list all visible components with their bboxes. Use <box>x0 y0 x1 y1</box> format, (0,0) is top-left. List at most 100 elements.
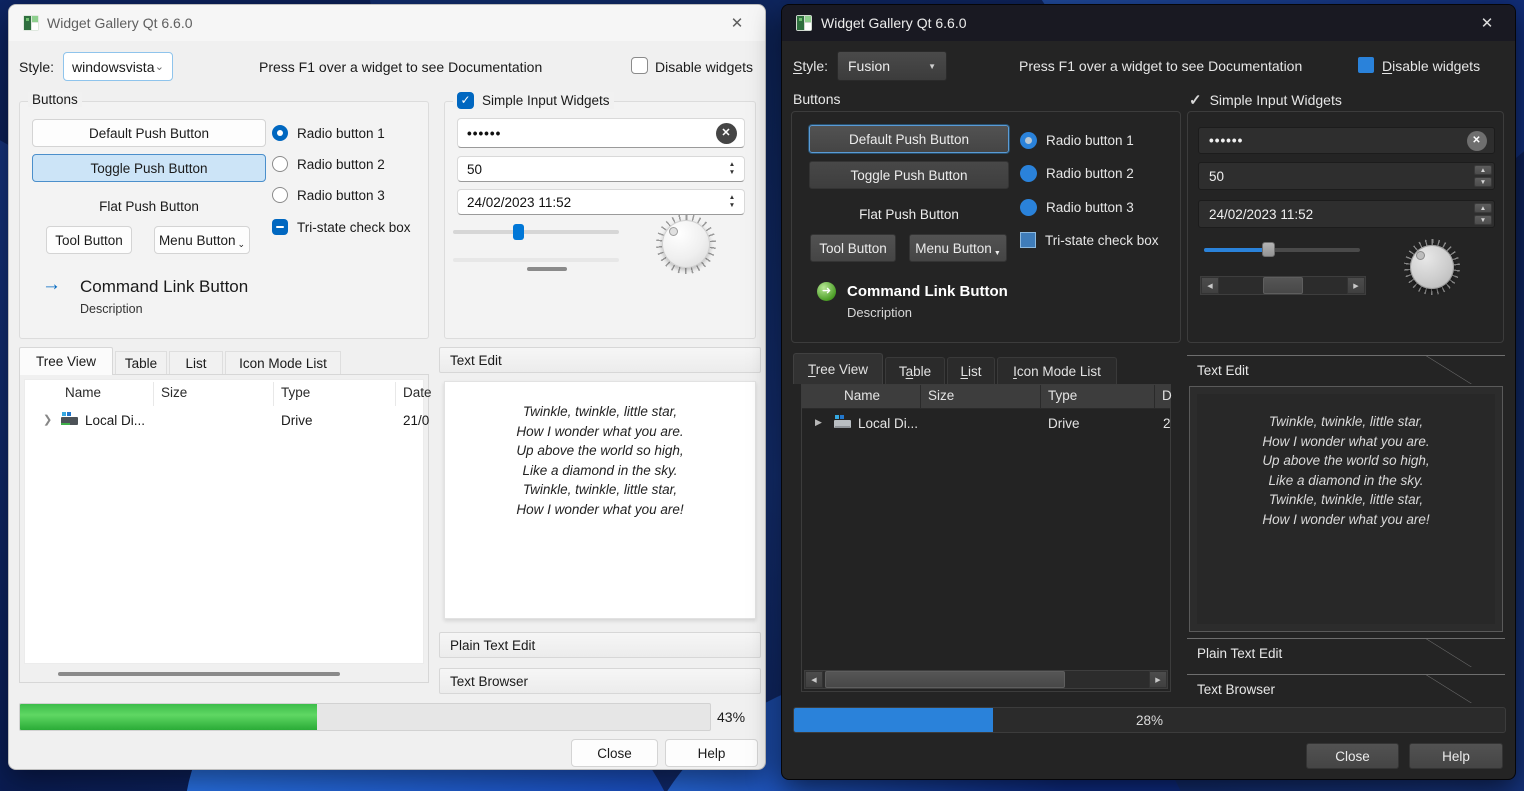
disable-widgets-checkbox[interactable] <box>1358 57 1374 73</box>
spinbox[interactable]: 50 ▲▼ <box>457 156 745 182</box>
tree-row-date[interactable]: 2 <box>1163 416 1171 431</box>
tree-col-name[interactable]: Name <box>65 385 101 400</box>
flat-push-button[interactable]: Flat Push Button <box>809 202 1009 226</box>
tree-row-name[interactable]: Local Di... <box>85 413 145 428</box>
radio-button-3[interactable]: Radio button 3 <box>272 187 385 203</box>
tree-row-type[interactable]: Drive <box>281 413 313 428</box>
spin-arrows[interactable]: ▲▼ <box>1474 165 1492 187</box>
tree-row-name[interactable]: Local Di... <box>858 416 918 431</box>
datetime-edit[interactable]: 24/02/2023 11:52 ▲▼ <box>457 189 745 215</box>
radio-button-3[interactable]: Radio button 3 <box>1020 199 1134 216</box>
toolbox-text-edit[interactable]: Text Edit <box>1187 355 1505 384</box>
close-icon[interactable]: ✕ <box>723 14 751 32</box>
tab-list[interactable]: List <box>947 357 995 384</box>
tab-tree-view[interactable]: Tree View <box>793 353 883 384</box>
tree-col-type[interactable]: Type <box>281 385 310 400</box>
radio-button-1[interactable]: Radio button 1 <box>272 125 385 141</box>
scroll-left-icon[interactable]: ◀ <box>1201 277 1219 294</box>
tree-view[interactable]: Name Size Type Date ❯ Local Di... Drive … <box>19 374 429 683</box>
tree-view[interactable]: Name Size Type D ▶ Local Di... Drive 2 ◀… <box>801 384 1171 692</box>
clear-text-icon[interactable]: ✕ <box>716 123 737 144</box>
style-combobox[interactable]: windowsvista ⌄ <box>63 52 173 81</box>
slider-handle[interactable] <box>513 224 524 240</box>
slider-handle[interactable] <box>1262 242 1275 257</box>
toolbox-text-edit[interactable]: Text Edit <box>439 347 761 373</box>
slider-track[interactable] <box>453 230 619 234</box>
tree-expander-icon[interactable]: ❯ <box>43 413 52 426</box>
tab-tree-view[interactable]: Tree View <box>19 347 113 375</box>
radio-button-2[interactable]: Radio button 2 <box>272 156 385 172</box>
clear-text-icon[interactable]: ✕ <box>1467 131 1487 151</box>
hscrollbar[interactable]: ◀ ▶ <box>1200 276 1366 295</box>
datetime-edit[interactable]: 24/02/2023 11:52 ▲▼ <box>1198 200 1495 228</box>
text-edit-area[interactable]: Twinkle, twinkle, little star, How I won… <box>1189 386 1503 632</box>
flat-push-button[interactable]: Flat Push Button <box>32 194 266 218</box>
menu-button[interactable]: Menu Button▼ <box>909 234 1007 262</box>
hscrollbar-track[interactable] <box>453 258 619 262</box>
tree-row-date[interactable]: 21/0 <box>403 413 429 428</box>
dial[interactable] <box>656 214 716 274</box>
toolbox-text-browser[interactable]: Text Browser <box>439 668 761 694</box>
tree-hscrollbar[interactable]: ◀ ▶ <box>804 670 1168 689</box>
hscrollbar-handle[interactable] <box>1263 277 1303 294</box>
tab-list[interactable]: List <box>169 351 223 375</box>
close-button[interactable]: Close <box>571 739 658 767</box>
tree-col-size[interactable]: Size <box>161 385 187 400</box>
group-checkbox-checked-icon[interactable]: ✓ <box>1189 91 1202 109</box>
spin-arrows[interactable]: ▲▼ <box>724 192 740 212</box>
tab-table[interactable]: Table <box>885 357 945 384</box>
command-link-button[interactable]: Command Link Button <box>80 277 248 297</box>
password-field[interactable]: •••••• ✕ <box>457 118 745 148</box>
password-field[interactable]: •••••• ✕ <box>1198 127 1495 154</box>
default-push-button[interactable]: Default Push Button <box>32 119 266 147</box>
tree-col-type[interactable]: Type <box>1048 388 1077 403</box>
tree-hscrollbar-handle[interactable] <box>58 672 340 676</box>
close-icon[interactable]: ✕ <box>1473 14 1501 32</box>
text-edit-area[interactable]: Twinkle, twinkle, little star, How I won… <box>444 381 756 619</box>
style-combobox[interactable]: Fusion ▼ <box>837 51 947 81</box>
tree-hscrollbar-handle[interactable] <box>825 671 1065 688</box>
tristate-checkbox[interactable]: Tri-state check box <box>272 219 411 235</box>
help-button[interactable]: Help <box>1409 743 1503 769</box>
inputs-group-header[interactable]: ✓ Simple Input Widgets <box>453 92 614 109</box>
tree-col-size[interactable]: Size <box>928 388 954 403</box>
tristate-checkbox[interactable]: Tri-state check box <box>1020 232 1159 248</box>
titlebar[interactable]: Widget Gallery Qt 6.6.0 ✕ <box>782 5 1515 41</box>
toolbox-text-browser[interactable]: Text Browser <box>1187 674 1505 703</box>
tool-button[interactable]: Tool Button <box>46 226 132 254</box>
disable-widgets-checkbox[interactable] <box>631 57 648 74</box>
close-button[interactable]: Close <box>1306 743 1399 769</box>
tool-button[interactable]: Tool Button <box>810 234 896 262</box>
inputs-group-header[interactable]: ✓ Simple Input Widgets <box>1189 91 1342 109</box>
radio-button-2[interactable]: Radio button 2 <box>1020 165 1134 182</box>
tree-col-date[interactable]: Date <box>403 385 432 400</box>
menu-button[interactable]: Menu Button⌄ <box>154 226 250 254</box>
hscrollbar-handle[interactable] <box>527 267 567 271</box>
command-link-button[interactable]: Command Link Button <box>847 283 1008 300</box>
tree-row-type[interactable]: Drive <box>1048 416 1080 431</box>
radio-button-1[interactable]: Radio button 1 <box>1020 132 1134 149</box>
default-push-button[interactable]: Default Push Button <box>809 125 1009 153</box>
toggle-push-button[interactable]: Toggle Push Button <box>32 154 266 182</box>
tree-col-name[interactable]: Name <box>844 388 880 403</box>
scroll-right-icon[interactable]: ▶ <box>1347 277 1365 294</box>
group-checkbox-checked-icon[interactable]: ✓ <box>457 92 474 109</box>
toolbox-plain-text-edit[interactable]: Plain Text Edit <box>1187 638 1505 667</box>
toolbox-diagonal <box>1426 639 1472 667</box>
scroll-right-icon[interactable]: ▶ <box>1149 671 1167 688</box>
toolbox-plain-text-edit[interactable]: Plain Text Edit <box>439 632 761 658</box>
tab-icon-mode-list[interactable]: Icon Mode List <box>225 351 341 375</box>
scroll-left-icon[interactable]: ◀ <box>805 671 823 688</box>
tree-col-date[interactable]: D <box>1162 388 1172 403</box>
help-button[interactable]: Help <box>665 739 758 767</box>
dial[interactable] <box>1404 239 1460 295</box>
toggle-push-button[interactable]: Toggle Push Button <box>809 161 1009 189</box>
spin-arrows[interactable]: ▲▼ <box>1474 203 1492 225</box>
spinbox[interactable]: 50 ▲▼ <box>1198 162 1495 190</box>
tab-table[interactable]: Table <box>115 351 167 375</box>
titlebar[interactable]: Widget Gallery Qt 6.6.0 ✕ <box>9 5 765 41</box>
tab-icon-mode-list[interactable]: Icon Mode List <box>997 357 1117 384</box>
spin-arrows[interactable]: ▲▼ <box>724 159 740 179</box>
tree-expander-icon[interactable]: ▶ <box>815 417 822 428</box>
password-dots: •••••• <box>1209 133 1243 148</box>
